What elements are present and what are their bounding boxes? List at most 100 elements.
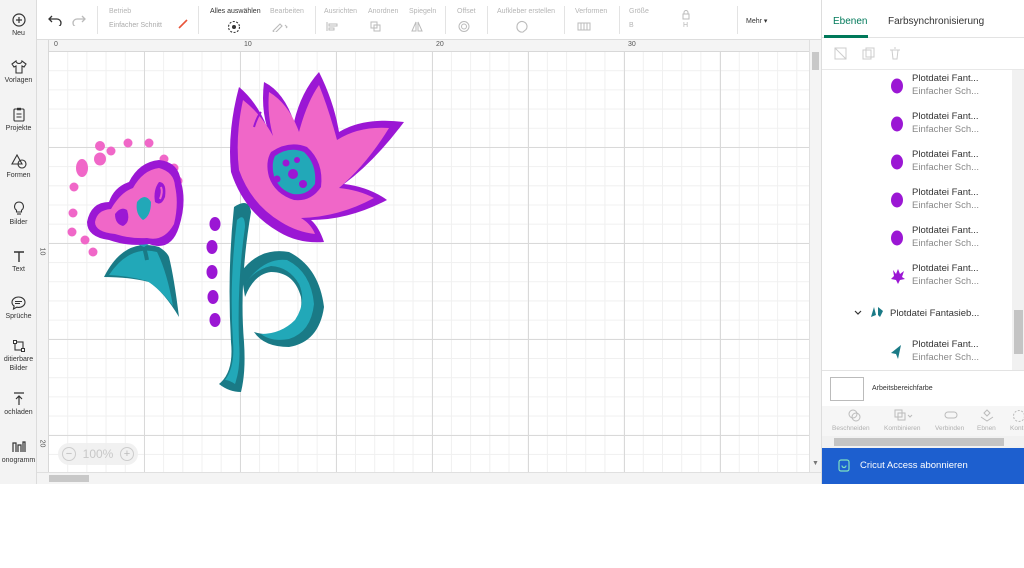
layer-operation: Einfacher Sch...	[912, 162, 980, 173]
sidebar-item-text[interactable]: Text	[0, 250, 36, 274]
sidebar-item-editable-images[interactable]: ditierbare Bilder	[0, 339, 36, 373]
design-canvas[interactable]	[49, 52, 809, 472]
layer-name: Plotdatei Fant...	[912, 73, 979, 84]
lock-icon[interactable]	[682, 10, 690, 20]
layer-name: Plotdatei Fant...	[912, 149, 979, 160]
subscribe-label: Cricut Access abonnieren	[860, 460, 968, 471]
group-name: Plotdatei Fantasieb...	[890, 308, 980, 319]
pen-color-icon[interactable]	[178, 19, 188, 29]
group-icon[interactable]	[834, 47, 847, 60]
slice-icon[interactable]	[848, 409, 861, 422]
operation-dropdown[interactable]: Einfacher Schnitt	[109, 22, 162, 29]
layer-item[interactable]: Plotdatei Fant... Einfacher Sch...	[822, 108, 1012, 146]
layer-name: Plotdatei Fant...	[912, 339, 979, 350]
mirror-icon[interactable]	[411, 21, 429, 32]
combine-toolbar-scroll-thumb[interactable]	[834, 438, 1004, 446]
sidebar-item-label: ditierbare	[3, 356, 34, 363]
ruler-tick-label: 20	[436, 41, 444, 48]
canvas-vertical-scrollbar[interactable]: ▼	[809, 40, 821, 472]
combine-button[interactable]: Kombinieren	[884, 425, 921, 432]
subscribe-banner[interactable]: Cricut Access abonnieren	[822, 448, 1024, 484]
flatten-icon[interactable]	[980, 409, 994, 422]
flower-artwork[interactable]	[49, 52, 809, 472]
vertical-scroll-thumb[interactable]	[812, 52, 819, 70]
sidebar-item-label: Projekte	[5, 125, 32, 132]
attach-button[interactable]: Verbinden	[935, 425, 964, 432]
scroll-down-arrow-icon[interactable]: ▼	[812, 460, 819, 467]
sidebar-item-label: Formen	[6, 172, 31, 179]
canvas-horizontal-scrollbar[interactable]	[37, 472, 821, 484]
layer-item[interactable]: Plotdatei Fant... Einfacher Sch...	[822, 222, 1012, 260]
cricut-access-icon	[838, 459, 850, 472]
chevron-down-icon[interactable]	[854, 310, 862, 316]
speech-icon	[11, 296, 26, 310]
mirror-label: Spiegeln	[409, 8, 437, 15]
more-label: Mehr	[746, 18, 762, 25]
sidebar-item-monogram[interactable]: onogramm	[0, 440, 36, 465]
zoom-in-button[interactable]: +	[119, 447, 134, 461]
flatten-button[interactable]: Ebnen	[977, 425, 996, 432]
redo-icon[interactable]	[72, 14, 86, 26]
delete-icon[interactable]	[889, 47, 901, 60]
combine-icon[interactable]	[894, 409, 914, 422]
panel-tabs: Ebenen Farbsynchronisierung	[822, 0, 1024, 38]
sidebar-item-shapes[interactable]: Formen	[0, 154, 36, 180]
layer-item[interactable]: Plotdatei Fant... Einfacher Sch...	[822, 260, 1012, 298]
layer-list-scroll-thumb[interactable]	[1014, 310, 1023, 354]
edit-label: Bearbeiten	[270, 8, 304, 15]
combine-toolbar-scrollbar[interactable]	[822, 436, 1024, 448]
offset-icon[interactable]	[458, 20, 476, 33]
layer-thumbnail	[891, 269, 905, 284]
layer-item[interactable]: Plotdatei Fant... Einfacher Sch...	[822, 146, 1012, 184]
layer-name: Plotdatei Fant...	[912, 225, 979, 236]
ruler-tick-label: 0	[54, 41, 58, 48]
ruler-tick-label: 30	[628, 41, 636, 48]
attach-icon[interactable]	[944, 410, 958, 420]
warp-icon[interactable]	[577, 21, 597, 32]
sidebar-item-new[interactable]: Neu	[0, 13, 36, 38]
slice-button[interactable]: Beschneiden	[832, 425, 870, 432]
small-flower[interactable]	[87, 160, 184, 317]
tab-color-sync[interactable]: Farbsynchronisierung	[888, 16, 984, 27]
size-height-field[interactable]: H	[683, 22, 688, 29]
contour-icon[interactable]	[1012, 409, 1024, 422]
duplicate-icon[interactable]	[862, 47, 875, 60]
sidebar-item-label: onogramm	[1, 457, 36, 464]
size-width-field[interactable]: B	[629, 22, 634, 29]
layer-thumbnail	[891, 345, 901, 359]
sidebar-item-label: Neu	[12, 30, 25, 37]
arrange-icon[interactable]	[370, 21, 388, 32]
sticker-icon[interactable]	[515, 20, 535, 33]
undo-icon[interactable]	[48, 14, 62, 26]
more-menu[interactable]: Mehr ▾	[746, 17, 767, 25]
sidebar-item-images[interactable]: Bilder	[0, 201, 36, 227]
sidebar-item-upload[interactable]: ochladen	[0, 392, 36, 417]
sidebar-item-templates[interactable]: Vorlagen	[0, 60, 36, 85]
layer-item[interactable]: Plotdatei Fant... Einfacher Sch...	[822, 70, 1012, 108]
horizontal-scroll-thumb[interactable]	[49, 475, 89, 482]
editable-images-icon	[12, 340, 25, 352]
layer-operation: Einfacher Sch...	[912, 238, 980, 249]
tab-layers[interactable]: Ebenen	[833, 16, 867, 27]
sidebar-item-label: Vorlagen	[4, 77, 33, 84]
edit-icon[interactable]	[272, 21, 290, 32]
layer-group[interactable]: Plotdatei Fantasieb...	[822, 298, 1012, 328]
big-flower-head[interactable]	[230, 72, 404, 243]
sidebar-item-phrases[interactable]: Sprüche	[0, 296, 36, 321]
zoom-out-button[interactable]: −	[62, 447, 76, 461]
design-space-app: Neu Vorlagen Projekte Formen Bilder Text…	[0, 0, 1024, 484]
select-all-icon[interactable]	[227, 20, 241, 34]
select-all-label: Alles auswählen	[210, 8, 261, 15]
align-icon[interactable]	[326, 21, 344, 32]
ruler-tick-label: 20	[38, 439, 46, 448]
layer-item[interactable]: Plotdatei Fant... Einfacher Sch...	[822, 184, 1012, 222]
sidebar-item-label: Text	[12, 266, 25, 273]
layer-list-scrollbar[interactable]	[1012, 70, 1024, 370]
text-icon	[13, 251, 24, 262]
sidebar-item-projects[interactable]: Projekte	[0, 107, 36, 133]
contour-button[interactable]: Kont	[1010, 425, 1023, 432]
layer-item[interactable]: Plotdatei Fant... Einfacher Sch...	[822, 336, 1012, 370]
canvas-color-swatch[interactable]	[830, 377, 864, 401]
combine-toolbar: Beschneiden Kombinieren Verbinden Ebnen …	[822, 406, 1024, 436]
zoom-control: − 100% +	[58, 443, 138, 465]
